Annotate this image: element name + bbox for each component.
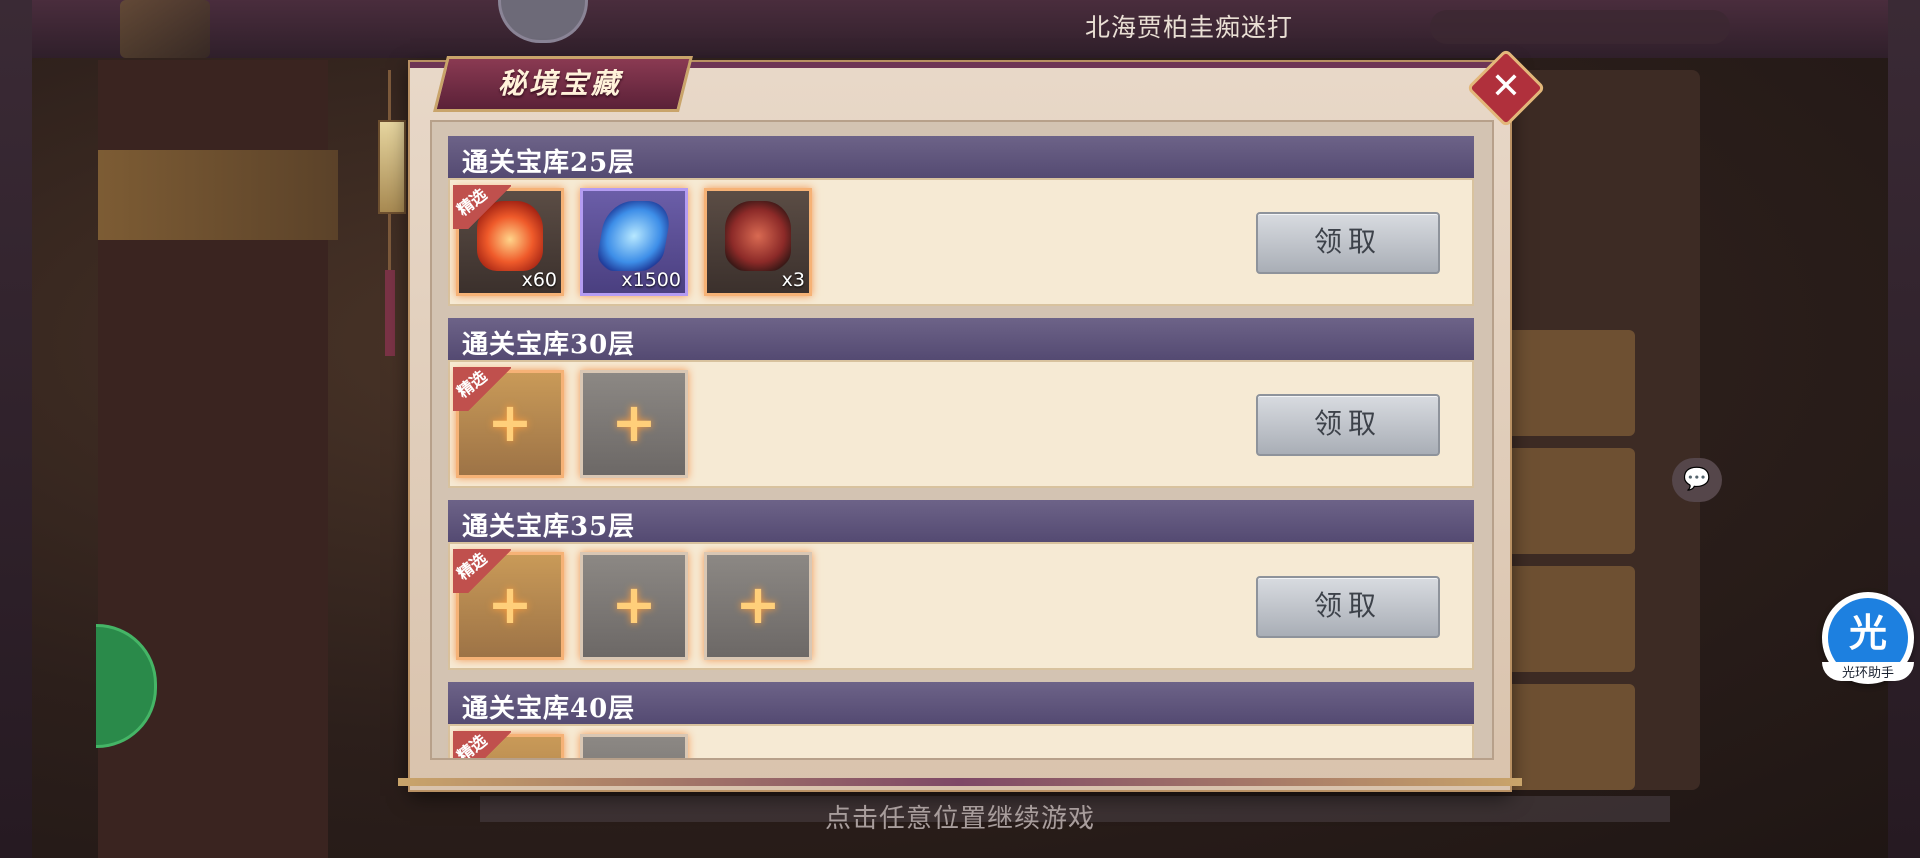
plus-icon: + — [735, 573, 781, 636]
tier-header: 通关宝库35层 — [448, 500, 1474, 542]
plus-icon: + — [583, 737, 685, 758]
item-quantity: x1500 — [621, 269, 681, 291]
right-border — [1888, 0, 1920, 858]
top-emblem-icon — [120, 0, 210, 58]
close-icon: ✕ — [1490, 66, 1522, 107]
reward-tier: 通关宝库40层 +精选 + — [448, 682, 1474, 760]
featured-tag: 精选 — [453, 367, 511, 411]
reward-slot[interactable]: x3 — [704, 188, 812, 296]
chat-icon[interactable]: 💬 — [1672, 458, 1722, 502]
tier-header: 通关宝库40层 — [448, 682, 1474, 724]
featured-tag-label: 精选 — [453, 548, 491, 584]
reward-slot[interactable]: x1500 — [580, 188, 688, 296]
tier-title: 通关宝库25层 — [462, 148, 636, 178]
dialog-bottom-edge — [398, 778, 1522, 786]
claim-button[interactable]: 领取 — [1256, 394, 1440, 456]
tier-header: 通关宝库30层 — [448, 318, 1474, 360]
reward-tier: 通关宝库35层 + 精选 + + 领取 — [448, 500, 1474, 674]
right-panel-slot[interactable] — [1505, 448, 1635, 554]
reward-slot[interactable]: + — [580, 370, 688, 478]
helper-label: 光环助手 — [1822, 662, 1914, 681]
red-shard-icon — [725, 201, 791, 271]
reward-list[interactable]: 通关宝库25层 x60 精选 x1500 x3 领取 通关宝库30层 + 精选 + 领取 通关宝库35… — [430, 120, 1494, 760]
reward-slot[interactable]: +精选 — [453, 549, 564, 660]
featured-tag-label: 精选 — [453, 366, 491, 402]
player-name: 北海贾柏圭痴迷打 — [1085, 13, 1294, 42]
featured-tag: 精选 — [453, 730, 511, 760]
reward-tier: 通关宝库25层 x60 精选 x1500 x3 领取 — [448, 136, 1474, 310]
lantern-tassel — [385, 270, 395, 356]
currency-bar — [1430, 10, 1730, 44]
featured-tag-label: 精选 — [453, 730, 491, 760]
tier-body: + 精选 + + 领取 — [448, 542, 1474, 670]
item-quantity: x3 — [781, 269, 805, 291]
continue-hint[interactable]: 点击任意位置继续游戏 — [0, 798, 1920, 835]
right-panel-slot[interactable] — [1505, 566, 1635, 672]
reward-slot[interactable]: x60 精选 — [453, 185, 564, 296]
tier-body: +精选 + — [448, 724, 1474, 760]
helper-char: 光 — [1848, 611, 1887, 655]
reward-slot[interactable]: +精选 — [453, 730, 564, 760]
item-quantity: x60 — [521, 269, 557, 291]
claim-button[interactable]: 领取 — [1256, 576, 1440, 638]
tier-body: + 精选 + 领取 — [448, 360, 1474, 488]
tier-header: 通关宝库25层 — [448, 136, 1474, 178]
tier-title: 通关宝库30层 — [462, 330, 636, 360]
plus-icon: + — [611, 573, 657, 636]
lantern-icon — [378, 120, 406, 214]
sidebar-tab-active[interactable] — [98, 150, 338, 240]
blue-crystal-icon — [594, 201, 674, 271]
helper-widget[interactable]: 光 光环助手 — [1822, 592, 1914, 684]
featured-tag-label: 精选 — [453, 184, 491, 220]
claim-button[interactable]: 领取 — [1256, 212, 1440, 274]
tier-title: 通关宝库35层 — [462, 512, 636, 542]
reward-slot[interactable]: +精选 — [453, 367, 564, 478]
reward-tier: 通关宝库30层 + 精选 + 领取 — [448, 318, 1474, 492]
plus-icon: + — [611, 391, 657, 454]
tier-body: x60 精选 x1500 x3 领取 — [448, 178, 1474, 306]
left-border — [0, 0, 32, 858]
featured-tag: 精选 — [453, 185, 511, 229]
right-panel-slot[interactable] — [1505, 330, 1635, 436]
reward-slot[interactable]: + — [580, 552, 688, 660]
tier-title: 通关宝库40层 — [462, 694, 636, 724]
reward-slot[interactable]: + — [704, 552, 812, 660]
reward-slot[interactable]: + — [580, 734, 688, 758]
right-panel-slot[interactable] — [1505, 684, 1635, 790]
featured-tag: 精选 — [453, 549, 511, 593]
dialog-title: 秘境宝藏 — [497, 67, 622, 100]
